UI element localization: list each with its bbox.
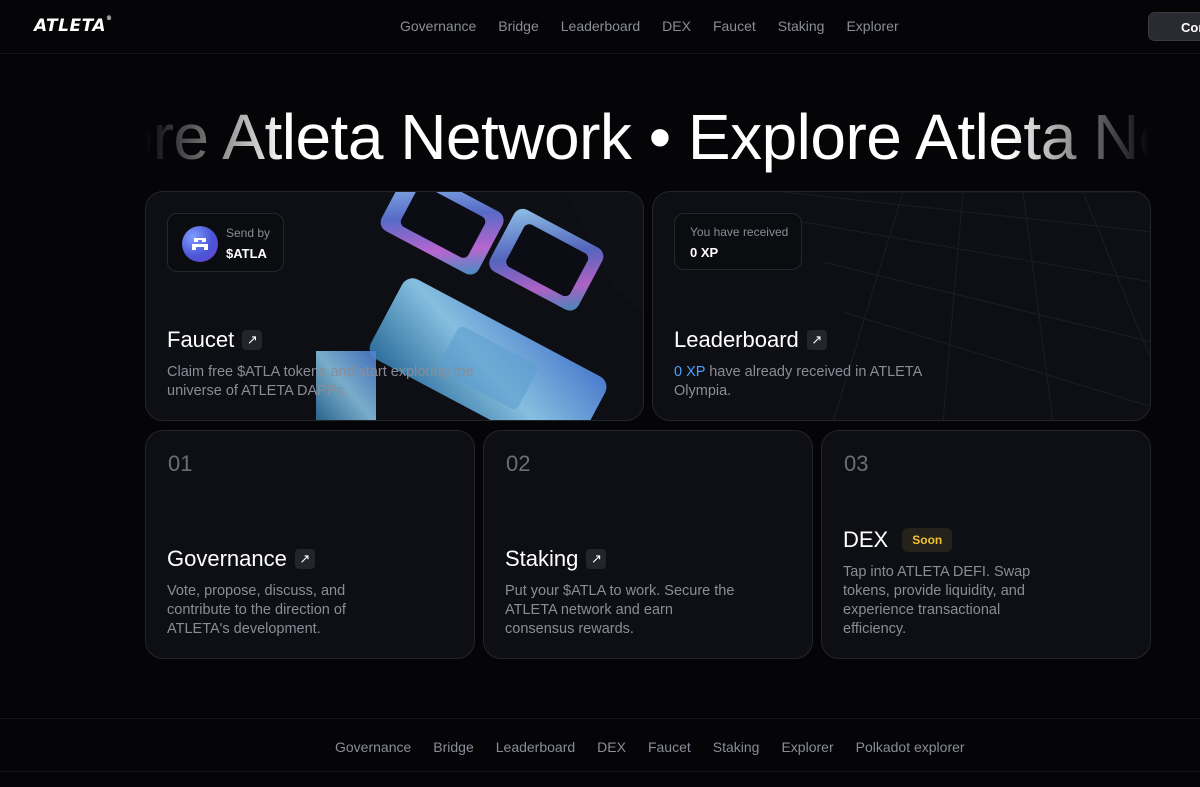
dex-title-text: DEX <box>843 527 889 552</box>
atla-token-icon <box>182 226 218 262</box>
leaderboard-description: 0 XP have already received in ATLETA Oly… <box>674 363 964 401</box>
footer-nav-dex[interactable]: DEX <box>597 739 626 755</box>
xp-received-value: 0 XP <box>690 245 719 260</box>
arrow-up-right-icon[interactable]: ↗ <box>294 549 315 569</box>
nav-bridge[interactable]: Bridge <box>498 18 538 34</box>
dex-card: 03 DEX Soon Tap into ATLETA DEFI. Swap t… <box>821 430 1151 659</box>
governance-card[interactable]: 01 Governance ↗ Vote, propose, discuss, … <box>145 430 475 659</box>
staking-title-text: Staking <box>505 546 579 571</box>
faucet-title-text: Faucet <box>167 327 235 352</box>
atleta-logo[interactable]: ATLETA® <box>34 15 113 36</box>
staking-card[interactable]: 02 Staking ↗ Put your $ATLA to work. Sec… <box>483 430 813 659</box>
dex-title: DEX Soon <box>843 527 953 553</box>
logo-text: ATLETA <box>34 16 107 36</box>
xp-received-badge: You have received 0 XP <box>674 213 802 270</box>
leaderboard-description-text: have already received in ATLETA Olympia. <box>674 364 922 399</box>
leaderboard-title-text: Leaderboard <box>674 327 799 352</box>
marquee-text: Explore Atleta Network • Explore Atleta … <box>145 101 1150 173</box>
faucet-title: Faucet ↗ <box>167 327 263 353</box>
arrow-up-right-icon[interactable]: ↗ <box>586 549 607 569</box>
nav-governance[interactable]: Governance <box>400 18 476 34</box>
top-header: ATLETA® Governance Bridge Leaderboard DE… <box>0 0 1200 54</box>
dex-description: Tap into ATLETA DEFI. Swap tokens, provi… <box>843 564 1031 637</box>
footer-nav-explorer[interactable]: Explorer <box>781 739 833 755</box>
arrow-up-right-icon[interactable]: ↗ <box>242 330 263 350</box>
nav-leaderboard[interactable]: Leaderboard <box>561 18 640 34</box>
footer-nav-governance[interactable]: Governance <box>335 739 411 755</box>
governance-title: Governance ↗ <box>167 546 315 572</box>
soon-badge: Soon <box>902 528 953 552</box>
footer-nav-staking[interactable]: Staking <box>713 739 760 755</box>
hero-marquee: Explore Atleta Network • Explore Atleta … <box>145 100 1150 178</box>
main-nav: Governance Bridge Leaderboard DEX Faucet… <box>400 18 921 34</box>
feature-number: 03 <box>844 451 869 476</box>
send-by-token: $ATLA <box>226 246 267 261</box>
leaderboard-title: Leaderboard ↗ <box>674 327 827 353</box>
xp-received-label: You have received <box>690 225 789 239</box>
arrow-up-right-icon[interactable]: ↗ <box>806 330 827 350</box>
nav-dex[interactable]: DEX <box>662 18 691 34</box>
footer-nav-polkadot-explorer[interactable]: Polkadot explorer <box>856 739 965 755</box>
footer-nav-bridge[interactable]: Bridge <box>433 739 473 755</box>
feature-number: 01 <box>168 451 193 476</box>
faucet-description: Claim free $ATLA tokens and start explor… <box>167 364 474 399</box>
footer: Governance Bridge Leaderboard DEX Faucet… <box>0 718 1200 772</box>
send-by-label: Send by <box>226 226 271 240</box>
governance-title-text: Governance <box>167 546 287 571</box>
footer-nav-faucet[interactable]: Faucet <box>648 739 691 755</box>
nav-explorer[interactable]: Explorer <box>846 18 898 34</box>
send-by-badge: Send by $ATLA <box>167 213 284 272</box>
staking-description: Put your $ATLA to work. Secure the ATLET… <box>505 583 735 637</box>
connect-button[interactable]: Con <box>1148 12 1200 41</box>
nav-faucet[interactable]: Faucet <box>713 18 756 34</box>
nav-staking[interactable]: Staking <box>778 18 825 34</box>
footer-nav-leaderboard[interactable]: Leaderboard <box>496 739 575 755</box>
leaderboard-card[interactable]: You have received 0 XP Leaderboard ↗ 0 X… <box>652 191 1151 421</box>
staking-title: Staking ↗ <box>505 546 607 572</box>
feature-number: 02 <box>506 451 531 476</box>
xp-total: 0 XP <box>674 364 706 380</box>
faucet-card[interactable]: Send by $ATLA Faucet ↗ Claim free $ATLA … <box>145 191 644 421</box>
logo-registered-mark: ® <box>106 15 113 23</box>
footer-nav: Governance Bridge Leaderboard DEX Faucet… <box>335 739 987 755</box>
governance-description: Vote, propose, discuss, and contribute t… <box>167 583 346 637</box>
